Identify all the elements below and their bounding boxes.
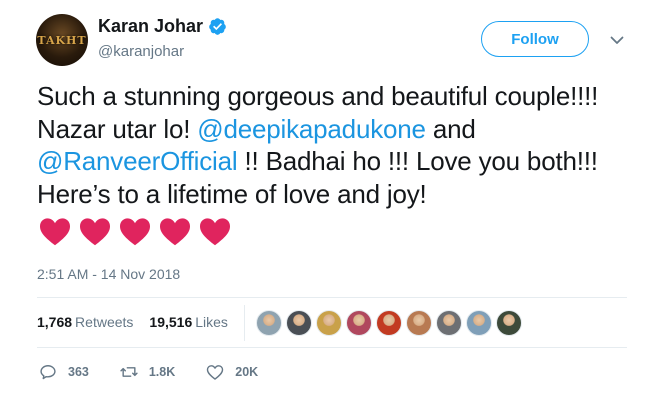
red-heart-icon <box>200 218 230 246</box>
chevron-down-icon[interactable] <box>609 32 625 48</box>
liker-avatar[interactable] <box>256 310 282 336</box>
retweets-count: 1,768 <box>37 314 73 330</box>
retweet-button[interactable]: 1.8K <box>119 362 175 382</box>
retweet-icon <box>120 367 138 377</box>
likes-count: 19,516 <box>149 314 193 330</box>
author-name-row[interactable]: Karan Johar <box>98 16 227 37</box>
liker-avatar[interactable] <box>436 310 462 336</box>
mention-link[interactable]: @RanveerOfficial <box>37 146 238 176</box>
likes-stat[interactable]: 19,516 Likes <box>149 314 228 330</box>
like-count: 20K <box>235 365 259 379</box>
liker-avatars <box>256 310 526 336</box>
like-button[interactable]: 20K <box>205 362 258 382</box>
retweets-label: Retweets <box>75 314 134 330</box>
follow-button[interactable]: Follow <box>481 21 589 57</box>
reply-count: 363 <box>68 365 89 379</box>
tweet-text: Such a stunning gorgeous and beautiful c… <box>37 80 637 210</box>
avatar-logo-text: TAKHT <box>37 33 87 47</box>
retweet-count: 1.8K <box>148 365 176 379</box>
reply-button[interactable]: 363 <box>38 362 89 382</box>
red-heart-icon <box>40 218 70 246</box>
heart-outline-icon <box>207 365 224 380</box>
author-avatar[interactable]: TAKHT <box>36 14 88 66</box>
divider <box>37 347 627 348</box>
liker-avatar[interactable] <box>496 310 522 336</box>
author-display-name[interactable]: Karan Johar <box>98 16 203 37</box>
red-heart-icon <box>160 218 190 246</box>
tweet-actions: 363 1.8K 20K <box>38 362 288 382</box>
engagement-stats: 1,768 Retweets 19,516 Likes <box>37 314 228 330</box>
heart-emoji-row <box>37 213 233 249</box>
likes-label: Likes <box>195 314 228 330</box>
divider <box>37 297 627 298</box>
stats-separator <box>244 305 245 341</box>
retweets-stat[interactable]: 1,768 Retweets <box>37 314 133 330</box>
verified-badge-icon <box>209 18 226 35</box>
red-heart-icon <box>80 218 110 246</box>
author-handle[interactable]: @karanjohar <box>98 43 184 60</box>
liker-avatar[interactable] <box>376 310 402 336</box>
reply-icon <box>40 365 56 380</box>
liker-avatar[interactable] <box>466 310 492 336</box>
liker-avatar[interactable] <box>316 310 342 336</box>
liker-avatar[interactable] <box>406 310 432 336</box>
tweet-timestamp[interactable]: 2:51 AM - 14 Nov 2018 <box>37 266 180 282</box>
liker-avatar[interactable] <box>286 310 312 336</box>
tweet-text-part: and <box>425 113 476 144</box>
liker-avatar[interactable] <box>346 310 372 336</box>
red-heart-icon <box>120 218 150 246</box>
mention-link[interactable]: @deepikapadukone <box>197 114 426 144</box>
